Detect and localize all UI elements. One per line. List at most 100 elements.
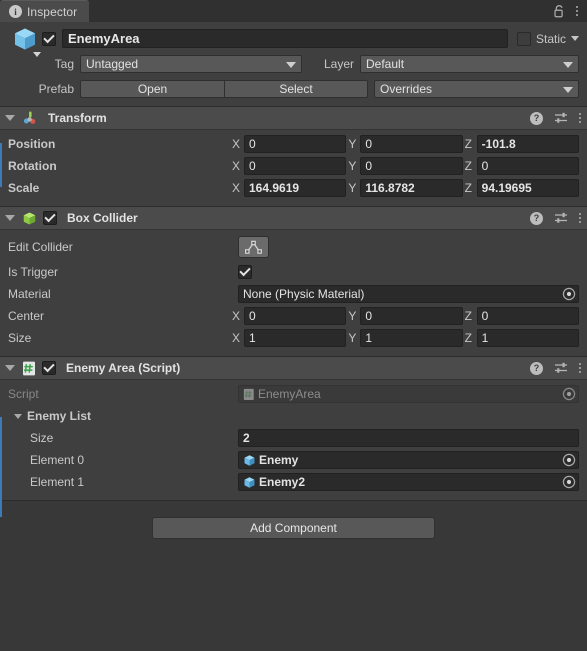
center-z-input[interactable]: 0 [476, 307, 579, 325]
row-position: Position X0 Y0 Z -101.8 [8, 134, 579, 154]
component-enemy-area-header[interactable]: Enemy Area (Script) ? [0, 357, 587, 380]
green-cube-icon [23, 211, 36, 225]
material-object-field[interactable]: None (Physic Material) [238, 285, 579, 303]
axis-label-z: Z [464, 309, 472, 323]
kebab-menu-icon[interactable] [579, 113, 581, 123]
foldout-arrow-icon[interactable] [5, 215, 15, 221]
row-size: Size X1 Y1 Z1 [8, 328, 579, 348]
row-center: Center X0 Y0 Z0 [8, 306, 579, 326]
preset-icon[interactable] [554, 211, 568, 225]
tag-dropdown[interactable]: Untagged [80, 55, 302, 73]
element-0-object-field[interactable]: Enemy [238, 451, 579, 469]
list-size-input[interactable]: 2 [238, 429, 579, 447]
rotation-x-input[interactable]: 0 [244, 157, 347, 175]
row-enemy-list-label: Enemy List [27, 409, 92, 423]
component-transform-actions: ? [530, 111, 581, 125]
size-x-input[interactable]: 1 [244, 329, 347, 347]
tab-inspector-label: Inspector [27, 4, 78, 19]
component-box-collider-header[interactable]: Box Collider ? [0, 207, 587, 230]
row-enemy-list[interactable]: Enemy List [8, 406, 579, 426]
axis-label-y: Y [348, 159, 357, 173]
size-y-input[interactable]: 1 [360, 329, 463, 347]
position-z-input[interactable]: -101.8 [476, 135, 579, 153]
scale-y-input[interactable]: 116.8782 [360, 179, 463, 197]
scale-x-input[interactable]: 164.9619 [244, 179, 347, 197]
row-script-label: Script [8, 387, 39, 401]
gameobject-enabled-checkbox[interactable] [42, 31, 56, 46]
prefab-select-button[interactable]: Select [224, 80, 368, 98]
edit-collider-icon [245, 240, 262, 254]
tabbar-spacer [89, 0, 553, 22]
row-list-size-label: Size [30, 431, 54, 445]
row-is-trigger: Is Trigger [8, 262, 579, 282]
axis-label-x: X [232, 181, 241, 195]
axis-label-y: Y [348, 331, 357, 345]
rotation-y-input[interactable]: 0 [360, 157, 463, 175]
component-enemy-area-actions: ? [530, 361, 581, 375]
prefab-override-bar [0, 143, 2, 187]
row-edit-collider: Edit Collider [8, 234, 579, 260]
static-dropdown-caret-icon[interactable] [571, 36, 579, 41]
component-box-collider-actions: ? [530, 211, 581, 225]
box-collider-enabled-checkbox[interactable] [43, 211, 57, 225]
rotation-z-input[interactable]: 0 [476, 157, 579, 175]
layer-value: Default [366, 57, 405, 71]
size-z-input[interactable]: 1 [476, 329, 579, 347]
element-1-object-field[interactable]: Enemy2 [238, 473, 579, 491]
kebab-menu-icon[interactable] [579, 213, 581, 223]
help-icon[interactable]: ? [530, 211, 543, 225]
position-x-input[interactable]: 0 [244, 135, 347, 153]
help-icon[interactable]: ? [530, 111, 543, 125]
component-transform-header[interactable]: Transform ? [0, 107, 587, 130]
axis-label-z: Z [464, 159, 472, 173]
script-chip-icon [243, 388, 254, 400]
cube-icon[interactable] [8, 26, 42, 57]
row-element-1-label: Element 1 [30, 475, 85, 489]
element-0-value: Enemy [259, 453, 299, 467]
cube-dropdown-caret-icon[interactable] [33, 51, 41, 57]
tab-inspector[interactable]: i Inspector [0, 0, 90, 22]
static-checkbox[interactable] [516, 31, 531, 46]
component-box-collider-title: Box Collider [67, 211, 138, 225]
preset-icon[interactable] [554, 361, 568, 375]
axis-label-x: X [232, 331, 241, 345]
center-y-input[interactable]: 0 [360, 307, 463, 325]
object-picker-icon[interactable] [562, 453, 576, 467]
chevron-down-icon [563, 62, 573, 68]
row-element-1: Element 1 Enemy2 [8, 472, 579, 492]
axis-label-y: Y [348, 309, 357, 323]
lock-open-icon-svg [554, 5, 563, 18]
element-1-value: Enemy2 [259, 475, 306, 489]
center-x-input[interactable]: 0 [244, 307, 347, 325]
prefab-label: Prefab [38, 82, 74, 96]
object-picker-icon[interactable] [562, 475, 576, 489]
row-element-0-label: Element 0 [30, 453, 85, 467]
gameobject-name-input[interactable]: EnemyArea [62, 29, 508, 48]
tag-value: Untagged [86, 57, 139, 71]
chevron-down-icon [563, 87, 573, 93]
object-picker-icon[interactable] [562, 287, 576, 301]
prefab-overrides-dropdown[interactable]: Overrides [374, 80, 579, 98]
preset-icon[interactable] [554, 111, 568, 125]
add-component-button[interactable]: Add Component [152, 517, 435, 539]
is-trigger-checkbox[interactable] [238, 265, 252, 279]
foldout-arrow-icon[interactable] [5, 115, 15, 121]
edit-collider-button[interactable] [238, 236, 269, 258]
lock-open-icon[interactable] [553, 4, 566, 18]
enemy-area-enabled-checkbox[interactable] [42, 361, 56, 375]
row-edit-collider-label: Edit Collider [8, 240, 73, 254]
component-enemy-area-body: Script EnemyArea Enemy List Size 2 Eleme… [0, 380, 587, 500]
layer-dropdown[interactable]: Default [360, 55, 579, 73]
scale-z-input[interactable]: 94.19695 [476, 179, 579, 197]
position-y-input[interactable]: 0 [360, 135, 463, 153]
axis-label-x: X [232, 159, 241, 173]
prefab-open-button[interactable]: Open [80, 80, 224, 98]
foldout-arrow-icon[interactable] [5, 365, 15, 371]
row-element-0: Element 0 Enemy [8, 450, 579, 470]
row-list-size: Size 2 [8, 428, 579, 448]
prefab-cube-icon [244, 454, 255, 466]
kebab-menu-icon[interactable] [576, 6, 578, 16]
kebab-menu-icon[interactable] [579, 363, 581, 373]
enemy-list-foldout-icon[interactable] [14, 413, 22, 419]
help-icon[interactable]: ? [530, 361, 543, 375]
